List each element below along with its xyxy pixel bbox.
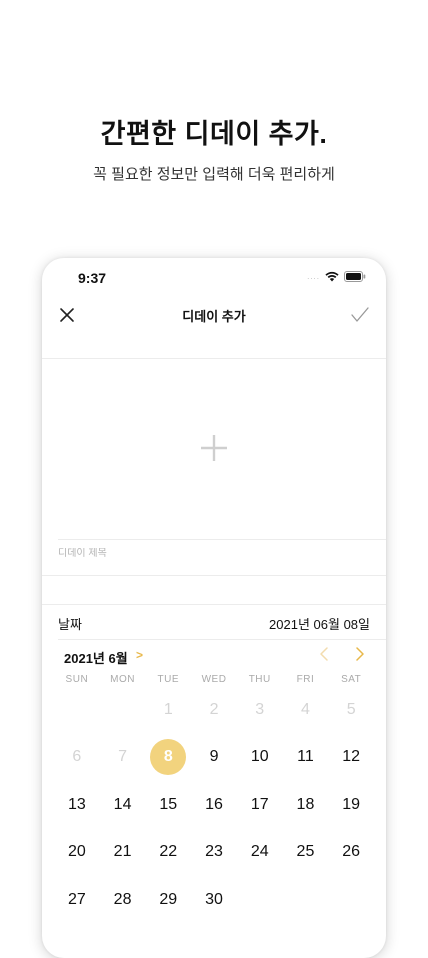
calendar-day: 6 bbox=[72, 748, 82, 766]
checkmark-icon[interactable] bbox=[350, 306, 370, 324]
calendar-day[interactable]: 21 bbox=[100, 834, 146, 870]
calendar-day[interactable]: 22 bbox=[145, 834, 191, 870]
calendar-day[interactable]: 30 bbox=[191, 882, 237, 918]
calendar-day[interactable]: 15 bbox=[145, 787, 191, 823]
calendar-day: 1 bbox=[163, 700, 173, 718]
plus-icon[interactable] bbox=[200, 434, 228, 462]
weekday-label: MON bbox=[110, 674, 135, 685]
calendar-day[interactable]: 10 bbox=[237, 739, 283, 775]
wifi-icon bbox=[325, 271, 339, 282]
calendar-day[interactable]: 29 bbox=[145, 882, 191, 918]
phone-screen: 9:37 .... 디데이 추가 디데이 제목 날짜 2021년 06월 08일… bbox=[42, 258, 386, 958]
nav-title: 디데이 추가 bbox=[182, 309, 246, 324]
weekday-label: SUN bbox=[65, 674, 89, 685]
calendar-day[interactable]: 19 bbox=[328, 787, 374, 823]
weekday-label: FRI bbox=[296, 674, 315, 685]
calendar-day: 3 bbox=[255, 700, 265, 718]
calendar-week: 6 7 8 9 10 11 12 bbox=[54, 734, 374, 782]
prev-month-icon[interactable] bbox=[318, 647, 330, 661]
calendar-day-empty bbox=[100, 692, 146, 728]
calendar-day[interactable]: 25 bbox=[283, 834, 329, 870]
dday-title-input[interactable] bbox=[58, 548, 358, 559]
weekday-label: WED bbox=[201, 674, 227, 685]
battery-icon bbox=[344, 271, 366, 282]
calendar-day-empty bbox=[237, 882, 283, 918]
calendar-week: 13 14 15 16 17 18 19 bbox=[54, 781, 374, 829]
date-label: 날짜 bbox=[58, 617, 82, 632]
calendar-day[interactable]: 16 bbox=[191, 787, 237, 823]
calendar-day-empty bbox=[54, 692, 100, 728]
calendar-day: 5 bbox=[346, 700, 356, 718]
calendar-day[interactable]: 26 bbox=[328, 834, 374, 870]
weekday-label: TUE bbox=[157, 674, 180, 685]
date-row[interactable]: 날짜 2021년 06월 08일 bbox=[42, 605, 386, 639]
weekday-label: SAT bbox=[341, 674, 362, 685]
weekday-header: SUN MON TUE WED THU FRI SAT bbox=[54, 674, 374, 685]
calendar-day[interactable]: 11 bbox=[283, 739, 329, 775]
status-time: 9:37 bbox=[78, 270, 107, 286]
promo-headline: 간편한 디데이 추가. bbox=[100, 119, 328, 149]
calendar-week: 1 2 3 4 5 bbox=[54, 686, 374, 734]
calendar-day[interactable]: 13 bbox=[54, 787, 100, 823]
calendar-month-label[interactable]: 2021년 6월 bbox=[64, 648, 128, 667]
calendar-header: 2021년 6월 > bbox=[42, 640, 386, 668]
divider bbox=[58, 539, 386, 540]
calendar-day-number: 8 bbox=[163, 748, 173, 766]
calendar-day-empty bbox=[283, 882, 329, 918]
calendar-week: 20 21 22 23 24 25 26 bbox=[54, 829, 374, 877]
month-picker-chevron-icon[interactable]: > bbox=[136, 648, 143, 662]
signal-icon: .... bbox=[307, 271, 320, 281]
calendar-day-empty bbox=[328, 882, 374, 918]
calendar-day[interactable]: 24 bbox=[237, 834, 283, 870]
calendar-day[interactable]: 28 bbox=[100, 882, 146, 918]
calendar-day[interactable]: 27 bbox=[54, 882, 100, 918]
weekday-label: THU bbox=[248, 674, 271, 685]
calendar-day-selected[interactable]: 8 bbox=[145, 739, 191, 776]
calendar-day: 4 bbox=[301, 700, 310, 718]
calendar-day: 2 bbox=[209, 700, 219, 718]
calendar-day[interactable]: 23 bbox=[191, 834, 237, 870]
status-indicators: .... bbox=[307, 271, 366, 282]
photo-add-area[interactable] bbox=[42, 359, 386, 539]
calendar-grid: 1 2 3 4 5 6 7 8 9 10 11 12 13 14 15 16 1… bbox=[54, 686, 374, 924]
calendar-day[interactable]: 18 bbox=[283, 787, 329, 823]
status-bar: 9:37 .... bbox=[42, 258, 386, 298]
calendar-day[interactable]: 20 bbox=[54, 834, 100, 870]
nav-bar: 디데이 추가 bbox=[42, 298, 386, 359]
section-gap bbox=[42, 576, 386, 604]
next-month-icon[interactable] bbox=[354, 647, 366, 661]
calendar-day[interactable]: 9 bbox=[191, 739, 237, 775]
date-value[interactable]: 2021년 06월 08일 bbox=[269, 614, 370, 633]
calendar-day[interactable]: 17 bbox=[237, 787, 283, 823]
promo-subline: 꼭 필요한 정보만 입력해 더욱 편리하게 bbox=[93, 166, 335, 183]
calendar-day[interactable]: 12 bbox=[328, 739, 374, 775]
calendar-day: 7 bbox=[118, 748, 128, 766]
calendar-week: 27 28 29 30 bbox=[54, 876, 374, 924]
calendar-day[interactable]: 14 bbox=[100, 787, 146, 823]
